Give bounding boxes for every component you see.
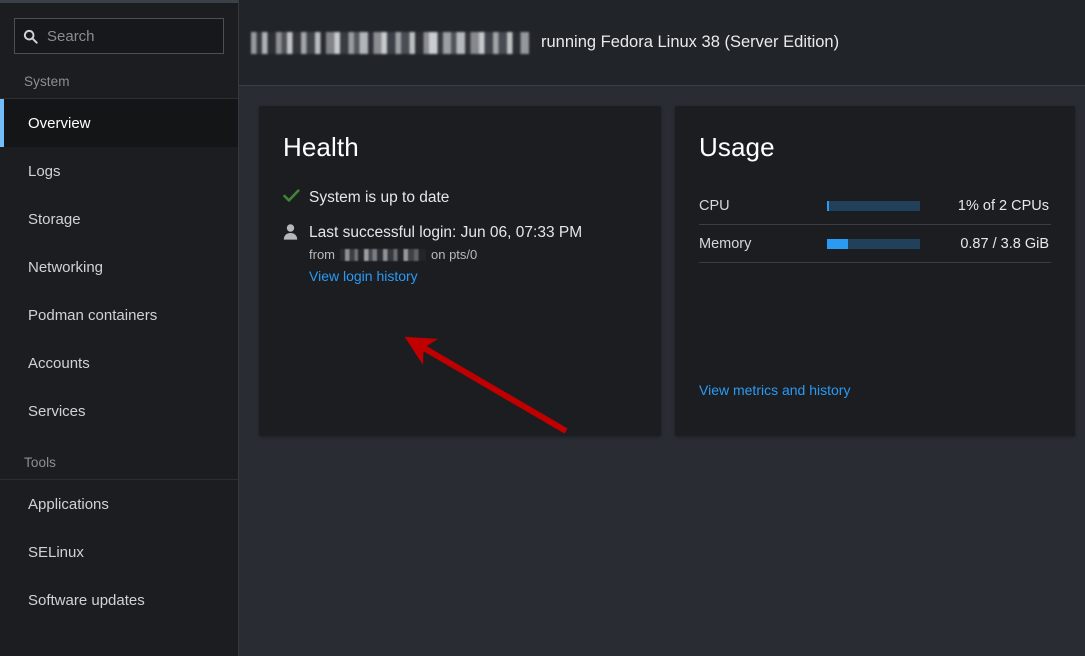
sidebar-item-storage[interactable]: Storage: [0, 195, 238, 243]
overview-cards: Health System is up to date: [239, 86, 1085, 436]
usage-card-footer: View metrics and history: [699, 376, 850, 400]
sidebar-item-networking[interactable]: Networking: [0, 243, 238, 291]
ip-address-redacted: [340, 249, 426, 261]
health-card: Health System is up to date: [259, 106, 661, 436]
sidebar-group-label-tools: Tools: [0, 435, 238, 479]
usage-row-cpu: CPU 1% of 2 CPUs: [699, 187, 1051, 225]
usage-card: Usage CPU 1% of 2 CPUs Memory: [675, 106, 1075, 436]
usage-card-title: Usage: [699, 132, 1051, 163]
search-input[interactable]: [45, 19, 223, 53]
sidebar-item-label: Storage: [28, 211, 81, 228]
page-header: running Fedora Linux 38 (Server Edition): [239, 0, 1085, 86]
usage-bar-cell-cpu: [827, 201, 937, 211]
health-status-text: System is up to date: [309, 187, 449, 208]
sidebar-item-overview[interactable]: Overview: [0, 99, 238, 147]
sidebar-group-label-system: System: [0, 54, 238, 98]
usage-table: CPU 1% of 2 CPUs Memory: [699, 187, 1051, 263]
usage-bar-cell-memory: [827, 239, 937, 249]
usage-row-memory: Memory 0.87 / 3.8 GiB: [699, 225, 1051, 263]
health-row-updates: System is up to date: [283, 187, 637, 208]
memory-progress-track: [827, 239, 920, 249]
view-metrics-and-history-link[interactable]: View metrics and history: [699, 382, 850, 398]
sidebar-item-software-updates[interactable]: Software updates: [0, 576, 238, 624]
health-card-title: Health: [283, 132, 637, 163]
sidebar-items-tools: Applications SELinux Software updates: [0, 479, 238, 624]
sidebar-item-label: Podman containers: [28, 307, 157, 324]
sidebar-item-label: Logs: [28, 163, 61, 180]
user-icon: [283, 222, 309, 240]
sidebar-item-podman-containers[interactable]: Podman containers: [0, 291, 238, 339]
usage-label-memory: Memory: [699, 236, 827, 252]
sidebar-top-divider: [0, 0, 238, 3]
sidebar-item-services[interactable]: Services: [0, 387, 238, 435]
check-circle-icon: [283, 187, 309, 203]
cockpit-window: System Overview Logs Storage Networking …: [0, 0, 1085, 656]
sidebar-item-logs[interactable]: Logs: [0, 147, 238, 195]
search-icon: [15, 29, 45, 44]
search-container: [0, 0, 238, 54]
hostname-redacted: [251, 32, 529, 54]
last-login-from-label: from: [309, 247, 335, 262]
os-version-text: running Fedora Linux 38 (Server Edition): [541, 33, 839, 52]
sidebar-group-tools: Tools Applications SELinux Software upda…: [0, 435, 238, 624]
last-login-tty-label: on pts/0: [431, 247, 477, 262]
usage-value-memory: 0.87 / 3.8 GiB: [937, 236, 1051, 252]
last-login-text: Last successful login: Jun 06, 07:33 PM: [309, 222, 582, 243]
sidebar-group-system: System Overview Logs Storage Networking …: [0, 54, 238, 435]
memory-progress-fill: [827, 239, 848, 249]
sidebar-item-label: Overview: [28, 115, 91, 132]
sidebar-item-label: Services: [28, 403, 86, 420]
view-login-history-link[interactable]: View login history: [309, 268, 418, 284]
usage-label-cpu: CPU: [699, 198, 827, 214]
sidebar-item-selinux[interactable]: SELinux: [0, 528, 238, 576]
sidebar-item-label: Networking: [28, 259, 103, 276]
sidebar-item-label: Software updates: [28, 592, 145, 609]
cpu-progress-track: [827, 201, 920, 211]
main-content: running Fedora Linux 38 (Server Edition)…: [239, 0, 1085, 656]
sidebar-item-applications[interactable]: Applications: [0, 480, 238, 528]
sidebar-item-accounts[interactable]: Accounts: [0, 339, 238, 387]
health-row-login: Last successful login: Jun 06, 07:33 PM …: [283, 222, 637, 286]
sidebar-item-label: Accounts: [28, 355, 90, 372]
usage-value-cpu: 1% of 2 CPUs: [937, 198, 1051, 214]
search-box[interactable]: [14, 18, 224, 54]
sidebar-item-label: SELinux: [28, 544, 84, 561]
sidebar-item-label: Applications: [28, 496, 109, 513]
last-login-origin: from on pts/0: [309, 247, 582, 262]
sidebar: System Overview Logs Storage Networking …: [0, 0, 239, 656]
cpu-progress-fill: [827, 201, 829, 211]
sidebar-items-system: Overview Logs Storage Networking Podman …: [0, 98, 238, 435]
